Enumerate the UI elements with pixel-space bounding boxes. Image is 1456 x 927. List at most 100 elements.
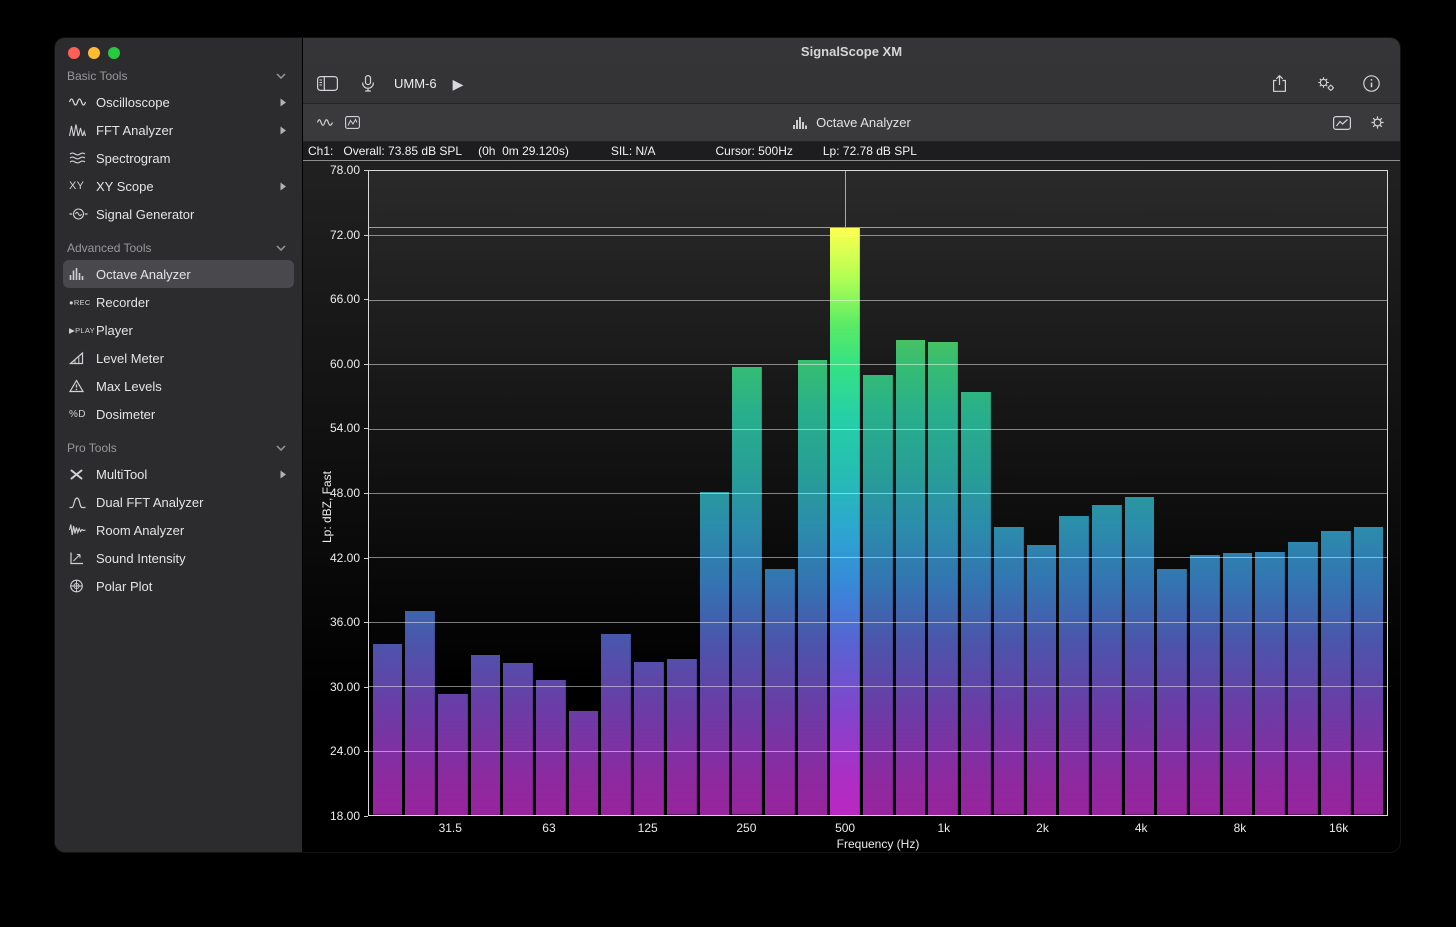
sidebar-item-xy-scope[interactable]: XY XY Scope bbox=[63, 172, 294, 200]
octave-bar[interactable] bbox=[1092, 505, 1122, 815]
octave-bar[interactable] bbox=[1027, 545, 1057, 815]
sidebar-item-recorder[interactable]: ●REC Recorder bbox=[63, 288, 294, 316]
sidebar-item-label: Spectrogram bbox=[96, 151, 290, 166]
sidebar-item-dosimeter[interactable]: %D Dosimeter bbox=[63, 400, 294, 428]
y-tick-label: 30.00 bbox=[330, 680, 360, 694]
spectrogram-icon bbox=[69, 151, 96, 165]
sidebar-item-fft-analyzer[interactable]: FFT Analyzer bbox=[63, 116, 294, 144]
x-tick-label: 250 bbox=[736, 821, 756, 835]
octave-bar[interactable] bbox=[863, 375, 893, 815]
octave-bar[interactable] bbox=[765, 569, 795, 815]
x-tick-label: 4k bbox=[1135, 821, 1148, 835]
spectrum-view-button[interactable] bbox=[345, 116, 360, 129]
octave-analyzer-icon bbox=[69, 267, 96, 281]
sidebar-section-pro-tools[interactable]: Pro Tools bbox=[63, 436, 294, 460]
main-toolbar: UMM-6 ▶ bbox=[303, 64, 1400, 104]
close-button[interactable] bbox=[68, 47, 80, 59]
octave-bar[interactable] bbox=[1223, 553, 1253, 815]
octave-bar[interactable] bbox=[1321, 531, 1351, 815]
cursor-level: Lp: 72.78 dB SPL bbox=[823, 144, 917, 158]
sidebar-item-max-levels[interactable]: Max Levels bbox=[63, 372, 294, 400]
sidebar-item-player[interactable]: ▶PLAY Player bbox=[63, 316, 294, 344]
octave-bar[interactable] bbox=[373, 644, 403, 815]
x-axis-title: Frequency (Hz) bbox=[368, 837, 1388, 851]
sidebar-section-advanced-tools[interactable]: Advanced Tools bbox=[63, 236, 294, 260]
input-device-button[interactable] bbox=[362, 75, 374, 92]
octave-bar[interactable] bbox=[601, 634, 631, 815]
sidebar-item-multitool[interactable]: MultiTool bbox=[63, 460, 294, 488]
octave-bar[interactable] bbox=[405, 611, 435, 815]
submenu-arrow-icon bbox=[280, 98, 286, 107]
play-button[interactable]: ▶ bbox=[453, 77, 464, 91]
settings-button[interactable] bbox=[1316, 75, 1335, 92]
octave-bar[interactable] bbox=[634, 662, 664, 815]
octave-bar[interactable] bbox=[1255, 552, 1285, 815]
sidebar-item-room-analyzer[interactable]: Room Analyzer bbox=[63, 516, 294, 544]
sidebar-item-label: Recorder bbox=[96, 295, 290, 310]
octave-bar[interactable] bbox=[667, 659, 697, 815]
y-axis-labels: 78.0072.0066.0060.0054.0048.0042.0036.00… bbox=[303, 170, 368, 816]
sidebar-item-level-meter[interactable]: Level Meter bbox=[63, 344, 294, 372]
spectrum-view-icon bbox=[345, 116, 360, 129]
section-label: Pro Tools bbox=[67, 441, 117, 455]
octave-bar[interactable] bbox=[471, 655, 501, 815]
minimize-button[interactable] bbox=[88, 47, 100, 59]
player-icon: ▶PLAY bbox=[69, 326, 96, 335]
octave-bar[interactable] bbox=[1059, 516, 1089, 815]
elapsed-time: (0h 0m 29.120s) bbox=[478, 144, 569, 158]
tool-settings-button[interactable] bbox=[1369, 114, 1386, 131]
gears-icon bbox=[1316, 75, 1335, 92]
octave-bar[interactable] bbox=[732, 367, 762, 815]
sil-value: SIL: N/A bbox=[611, 144, 656, 158]
chart-region: Lp: dBZ, Fast 78.0072.0066.0060.0054.004… bbox=[303, 161, 1400, 852]
info-button[interactable] bbox=[1363, 75, 1380, 92]
oscilloscope-icon bbox=[69, 95, 96, 109]
octave-bar[interactable] bbox=[928, 342, 958, 815]
sidebar-section-basic-tools[interactable]: Basic Tools bbox=[63, 64, 294, 88]
sidebar-item-label: Level Meter bbox=[96, 351, 290, 366]
octave-bar[interactable] bbox=[896, 340, 926, 815]
sidebar-item-label: Octave Analyzer bbox=[96, 267, 290, 282]
x-tick-label: 8k bbox=[1234, 821, 1247, 835]
tool-header: Octave Analyzer bbox=[303, 104, 1400, 142]
x-tick-label: 500 bbox=[835, 821, 855, 835]
octave-bar[interactable] bbox=[536, 680, 566, 815]
sidebar-item-signal-generator[interactable]: Signal Generator bbox=[63, 200, 294, 228]
x-axis-labels: 31.5631252505001k2k4k8k16k bbox=[368, 821, 1388, 837]
octave-bar[interactable] bbox=[1190, 555, 1220, 815]
sidebar-item-spectrogram[interactable]: Spectrogram bbox=[63, 144, 294, 172]
x-tick-label: 2k bbox=[1036, 821, 1049, 835]
submenu-arrow-icon bbox=[280, 126, 286, 135]
sidebar-item-label: Sound Intensity bbox=[96, 551, 290, 566]
octave-bar[interactable] bbox=[830, 227, 860, 815]
x-tick-label: 31.5 bbox=[439, 821, 462, 835]
octave-plot[interactable] bbox=[368, 170, 1388, 816]
sidebar-item-octave-analyzer[interactable]: Octave Analyzer bbox=[63, 260, 294, 288]
chart-options-icon bbox=[1333, 116, 1351, 130]
octave-bar[interactable] bbox=[994, 527, 1024, 815]
sidebar-item-label: Signal Generator bbox=[96, 207, 290, 222]
octave-bar[interactable] bbox=[569, 711, 599, 815]
zoom-button[interactable] bbox=[108, 47, 120, 59]
sidebar-item-polar-plot[interactable]: Polar Plot bbox=[63, 572, 294, 600]
toggle-sidebar-button[interactable] bbox=[317, 76, 338, 91]
octave-bar[interactable] bbox=[1288, 542, 1318, 815]
sidebar-item-oscilloscope[interactable]: Oscilloscope bbox=[63, 88, 294, 116]
octave-bar[interactable] bbox=[1125, 497, 1155, 815]
sidebar-item-sound-intensity[interactable]: Sound Intensity bbox=[63, 544, 294, 572]
sound-intensity-icon bbox=[69, 551, 96, 565]
waveform-tool-button[interactable] bbox=[317, 116, 333, 129]
sidebar-item-dual-fft-analyzer[interactable]: Dual FFT Analyzer bbox=[63, 488, 294, 516]
sidebar-toggle-icon bbox=[317, 76, 338, 91]
octave-bar[interactable] bbox=[1354, 527, 1384, 815]
dual-fft-icon bbox=[69, 495, 96, 509]
x-tick-label: 63 bbox=[542, 821, 555, 835]
fft-analyzer-icon bbox=[69, 123, 96, 137]
octave-bar[interactable] bbox=[700, 492, 730, 815]
y-tick-label: 60.00 bbox=[330, 357, 360, 371]
chart-options-button[interactable] bbox=[1333, 116, 1351, 130]
chevron-down-icon bbox=[276, 73, 286, 79]
share-button[interactable] bbox=[1271, 75, 1288, 92]
octave-bar[interactable] bbox=[1157, 569, 1187, 815]
octave-bar[interactable] bbox=[438, 694, 468, 815]
